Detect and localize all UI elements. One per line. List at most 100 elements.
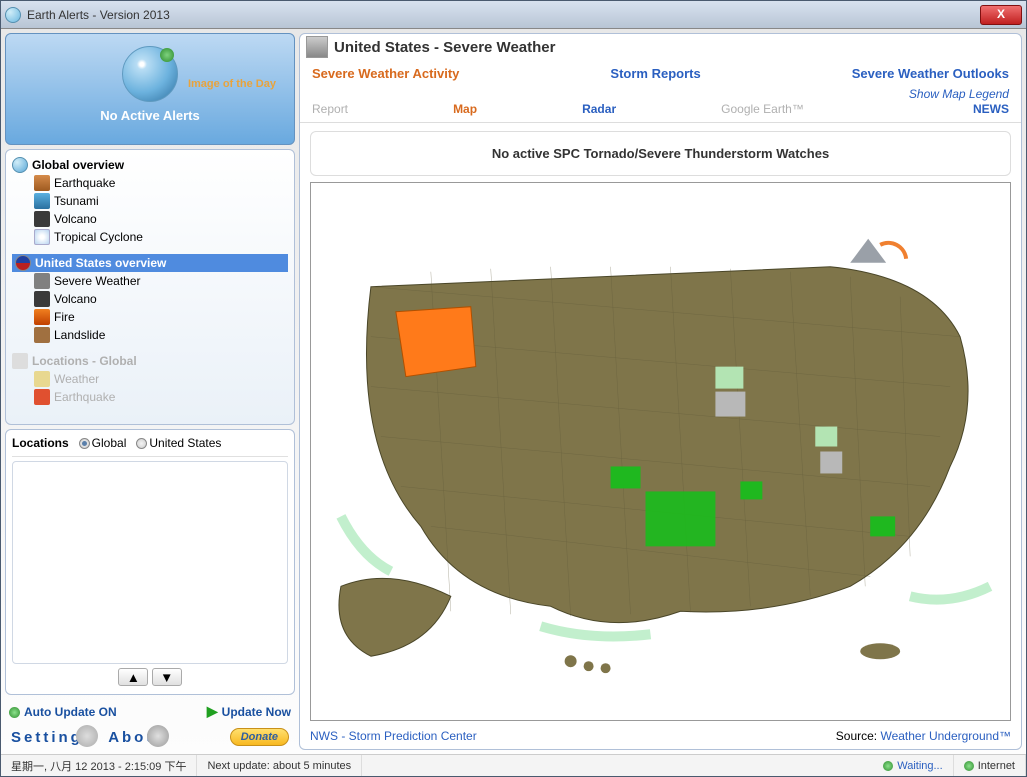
move-up-button[interactable]: ▲ xyxy=(118,668,148,686)
tsunami-icon xyxy=(34,193,50,209)
tree-item-tsunami[interactable]: Tsunami xyxy=(12,192,288,210)
settings-link[interactable]: Settings xyxy=(11,729,94,746)
statusbar: 星期一, 八月 12 2013 - 2:15:09 下午 Next update… xyxy=(1,754,1026,776)
tree-item-label: Tsunami xyxy=(54,194,99,208)
earthquake-icon xyxy=(34,389,50,405)
status-internet: Internet xyxy=(954,755,1026,776)
tree-item-label: Landslide xyxy=(54,328,105,342)
tree-item-label: Earthquake xyxy=(54,390,115,404)
show-map-legend-link[interactable]: Show Map Legend xyxy=(909,87,1009,101)
main-footer: NWS - Storm Prediction Center Source: We… xyxy=(300,725,1021,749)
main-panel: United States - Severe Weather Severe We… xyxy=(299,33,1022,750)
radio-global[interactable]: Global xyxy=(79,436,127,450)
tree-item-label: Volcano xyxy=(54,292,97,306)
alerts-status: No Active Alerts xyxy=(14,108,286,123)
status-datetime: 星期一, 八月 12 2013 - 2:15:09 下午 xyxy=(1,755,197,776)
tree-item-tropical-cyclone[interactable]: Tropical Cyclone xyxy=(12,228,288,246)
landslide-icon xyxy=(34,327,50,343)
earthquake-icon xyxy=(34,175,50,191)
source-label: Source: Weather Underground™ xyxy=(836,729,1011,743)
status-waiting: Waiting... xyxy=(873,755,953,776)
tree-item-fire[interactable]: Fire xyxy=(12,308,288,326)
globe-icon xyxy=(12,157,28,173)
reorder-controls: ▲ ▼ xyxy=(12,664,288,690)
us-map xyxy=(311,183,1010,720)
tree-item-label: Earthquake xyxy=(54,176,115,190)
update-now-button[interactable]: ▶Update Now xyxy=(207,703,291,720)
tree-item-landslide[interactable]: Landslide xyxy=(12,326,288,344)
map-area[interactable] xyxy=(310,182,1011,721)
tree-item-volcano[interactable]: Volcano xyxy=(12,210,288,228)
tree-head-label: United States overview xyxy=(35,256,166,270)
about-link[interactable]: About xyxy=(108,729,166,746)
tab-radar[interactable]: Radar xyxy=(582,102,616,116)
page-title: United States - Severe Weather xyxy=(334,39,555,56)
fire-icon xyxy=(34,309,50,325)
tab-severe-activity[interactable]: Severe Weather Activity xyxy=(312,66,459,81)
tree-item-label: Volcano xyxy=(54,212,97,226)
severe-weather-icon xyxy=(34,273,50,289)
tree-head-us[interactable]: United States overview xyxy=(12,254,288,272)
tree-head-label: Locations - Global xyxy=(32,354,137,368)
status-dot-icon xyxy=(964,761,974,771)
tree-item-earthquake-loc[interactable]: Earthquake xyxy=(12,388,288,406)
auto-update-toggle[interactable]: Auto Update ON xyxy=(9,705,117,719)
status-dot-icon xyxy=(160,48,174,62)
volcano-icon xyxy=(34,211,50,227)
hero-panel: Image of the Day No Active Alerts xyxy=(5,33,295,145)
tree-item-label: Weather xyxy=(54,372,99,386)
tree-section-us: United States overview Severe Weather Vo… xyxy=(12,254,288,344)
location-icon xyxy=(12,353,28,369)
locations-header: Locations Global United States xyxy=(12,434,288,457)
main-header: United States - Severe Weather xyxy=(300,34,1021,62)
sidebar: Image of the Day No Active Alerts Global… xyxy=(5,33,295,750)
tree-section-global: Global overview Earthquake Tsunami Volca… xyxy=(12,156,288,246)
tab-report: Report xyxy=(312,102,348,116)
app-icon xyxy=(5,7,21,23)
app-body: Image of the Day No Active Alerts Global… xyxy=(1,29,1026,754)
tab-outlooks[interactable]: Severe Weather Outlooks xyxy=(852,66,1009,81)
status-net-label: Internet xyxy=(978,760,1015,772)
locations-list[interactable] xyxy=(12,461,288,664)
sidebar-footer: Auto Update ON ▶Update Now Settings Abou… xyxy=(5,699,295,750)
tree-item-volcano-us[interactable]: Volcano xyxy=(12,290,288,308)
move-down-button[interactable]: ▼ xyxy=(152,668,182,686)
auto-update-label: Auto Update ON xyxy=(24,705,117,719)
app-window: Earth Alerts - Version 2013 X Image of t… xyxy=(0,0,1027,777)
locations-title: Locations xyxy=(12,436,69,450)
tab-storm-reports[interactable]: Storm Reports xyxy=(610,66,700,81)
tab-news[interactable]: NEWS xyxy=(973,102,1009,116)
tree-item-severe-weather[interactable]: Severe Weather xyxy=(12,272,288,290)
tree-item-label: Fire xyxy=(54,310,75,324)
info-icon xyxy=(147,725,169,747)
tree-item-label: Severe Weather xyxy=(54,274,141,288)
donate-button[interactable]: Donate xyxy=(230,728,289,746)
tree-item-weather[interactable]: Weather xyxy=(12,370,288,388)
tree-item-earthquake[interactable]: Earthquake xyxy=(12,174,288,192)
close-button[interactable]: X xyxy=(980,5,1022,25)
status-dot-icon xyxy=(883,761,893,771)
status-waiting-label: Waiting... xyxy=(897,760,942,772)
nav-tree: Global overview Earthquake Tsunami Volca… xyxy=(5,149,295,425)
tree-head-label: Global overview xyxy=(32,158,124,172)
cyclone-icon xyxy=(34,229,50,245)
radio-icon xyxy=(136,438,147,449)
secondary-tabs: Report Map Radar Google Earth™ Show Map … xyxy=(300,85,1021,123)
tab-google-earth: Google Earth™ xyxy=(721,102,804,116)
radio-us[interactable]: United States xyxy=(136,436,221,450)
tree-head-global[interactable]: Global overview xyxy=(12,156,288,174)
update-now-label: Update Now xyxy=(222,705,291,719)
locations-panel: Locations Global United States ▲ ▼ xyxy=(5,429,295,695)
image-of-the-day-link[interactable]: Image of the Day xyxy=(188,78,276,90)
primary-tabs: Severe Weather Activity Storm Reports Se… xyxy=(300,62,1021,85)
watch-status-banner: No active SPC Tornado/Severe Thunderstor… xyxy=(310,131,1011,176)
gear-icon xyxy=(76,725,98,747)
tree-head-locations-global[interactable]: Locations - Global xyxy=(12,352,288,370)
radio-label: United States xyxy=(149,436,221,450)
header-thumb-icon xyxy=(306,36,328,58)
weather-underground-link[interactable]: Weather Underground™ xyxy=(880,729,1011,743)
tab-map[interactable]: Map xyxy=(453,102,477,116)
nws-spc-link[interactable]: NWS - Storm Prediction Center xyxy=(310,729,477,743)
source-prefix: Source: xyxy=(836,729,877,743)
titlebar[interactable]: Earth Alerts - Version 2013 X xyxy=(1,1,1026,29)
